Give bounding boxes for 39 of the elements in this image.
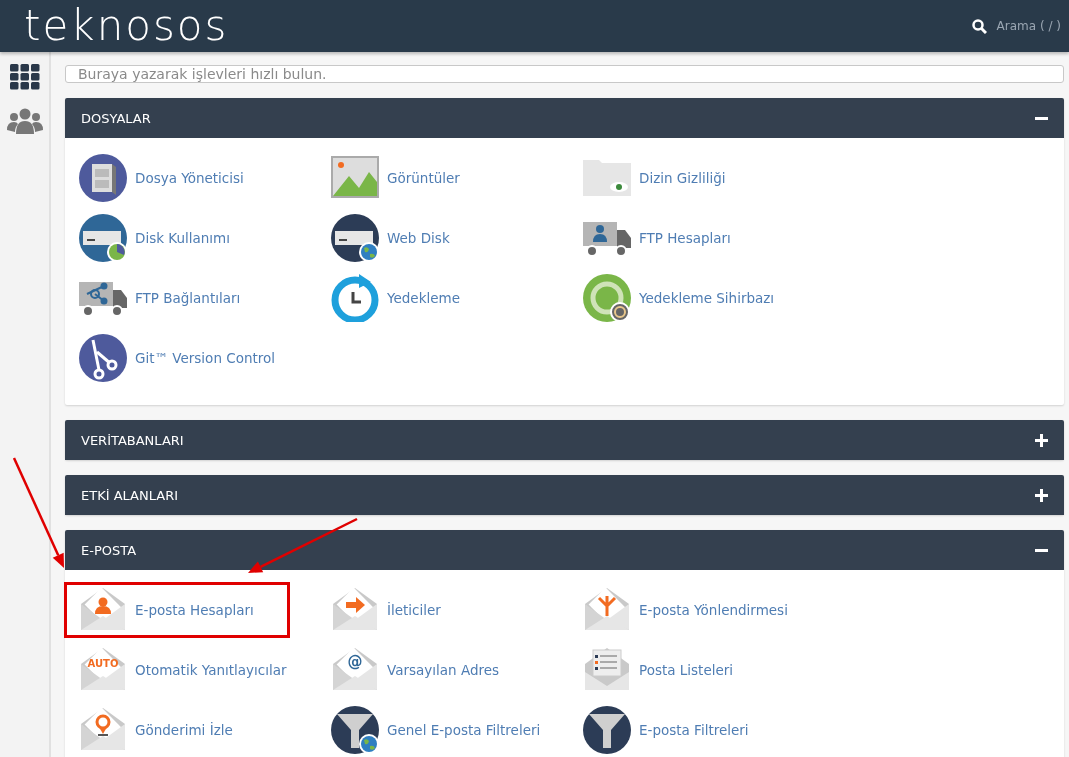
- tool-link[interactable]: Disk Kullanımı: [79, 213, 230, 263]
- tool-link[interactable]: Genel E-posta Filtreleri: [331, 705, 541, 755]
- logo[interactable]: teknosos: [24, 5, 229, 47]
- tool-link[interactable]: E-posta Filtreleri: [583, 705, 749, 755]
- search-shortcut-label[interactable]: Arama ( / ): [996, 19, 1061, 33]
- funnel-globe-icon: [331, 706, 379, 754]
- tool-link[interactable]: Yedekleme: [331, 273, 460, 323]
- funnel-icon: [583, 706, 631, 754]
- disk-globe-icon: [331, 214, 379, 262]
- tool-link[interactable]: Dizin Gizliliği: [583, 153, 726, 203]
- tool-link[interactable]: İleticiler: [331, 585, 441, 635]
- grid-icon[interactable]: [9, 64, 40, 90]
- tool-link[interactable]: Web Disk: [331, 213, 450, 263]
- users-icon[interactable]: [6, 108, 43, 134]
- tool-link[interactable]: E-posta Hesapları: [67, 585, 287, 635]
- search-field[interactable]: Buraya yazarak işlevleri hızlı bulun.: [65, 65, 1064, 83]
- tool-link[interactable]: Dosya Yöneticisi: [79, 153, 244, 203]
- tool-link[interactable]: Gönderimi İzle: [79, 705, 233, 755]
- tool-link[interactable]: Yedekleme Sihirbazı: [583, 273, 775, 323]
- section-header[interactable]: ETKİ ALANLARI: [65, 475, 1064, 515]
- git-branch-icon: [79, 334, 127, 382]
- tool-link[interactable]: @ Varsayılan Adres: [331, 645, 500, 695]
- search-icon: [971, 18, 987, 34]
- tool-link[interactable]: Posta Listeleri: [583, 645, 734, 695]
- plus-icon: [1035, 488, 1048, 502]
- backup-clock-icon: [331, 274, 379, 322]
- tool-link[interactable]: Görüntüler: [331, 153, 460, 203]
- tool-link[interactable]: FTP Bağlantıları: [79, 273, 241, 323]
- tool-link[interactable]: AUTO Otomatik Yanıtlayıcılar: [79, 645, 287, 695]
- file-cabinet-icon: [79, 154, 127, 202]
- backup-wizard-icon: [583, 274, 631, 322]
- plus-icon: [1035, 433, 1048, 447]
- section-header[interactable]: DOSYALAR: [65, 98, 1064, 138]
- section-header[interactable]: VERİTABANLARI: [65, 420, 1064, 460]
- tool-link[interactable]: E-posta Yönlendirmesi: [583, 585, 788, 635]
- tool-link[interactable]: FTP Hesapları: [583, 213, 731, 263]
- section-header[interactable]: E-POSTA: [65, 530, 1064, 570]
- tool-link[interactable]: Git™ Version Control: [79, 333, 276, 383]
- disk-chart-icon: [79, 214, 127, 262]
